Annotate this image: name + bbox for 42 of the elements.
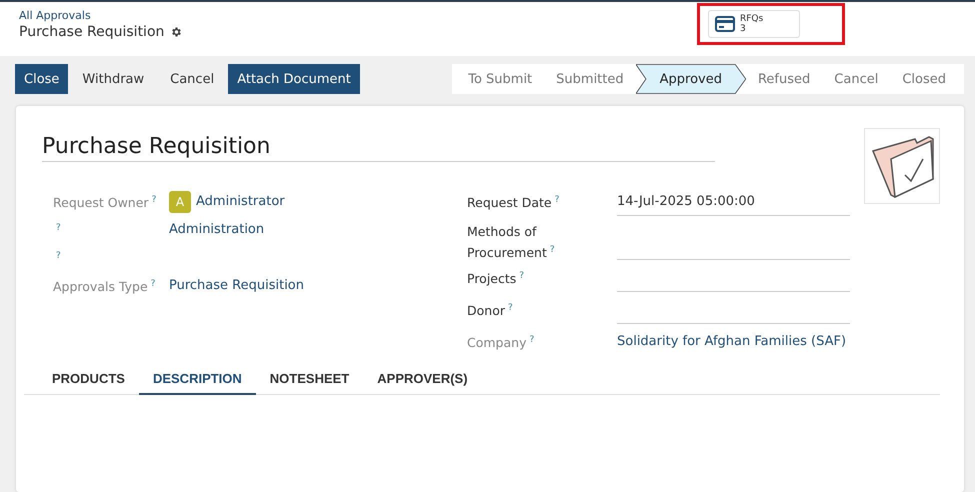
help-tooltip-icon[interactable]: ? xyxy=(152,195,156,205)
stage-tab[interactable]: Refused xyxy=(746,64,822,94)
notebook-tab[interactable]: DESCRIPTION xyxy=(138,364,256,395)
field-label: Request Date $^{?}$ xyxy=(467,194,560,212)
action-button[interactable]: Close xyxy=(15,64,68,94)
help-tooltip-icon[interactable]: ? xyxy=(554,195,560,205)
form-title: Purchase Requisition xyxy=(42,134,715,162)
help-tooltip-icon[interactable]: ? xyxy=(56,223,61,233)
help-tooltip-icon[interactable]: ? xyxy=(508,303,513,313)
field-label: Request Owner $^{?}$ xyxy=(53,194,158,212)
credit-card-icon xyxy=(715,16,735,32)
help-tooltip-icon[interactable]: ? xyxy=(150,279,156,289)
field-label: Projects $^{?}$ xyxy=(467,270,526,288)
input-field[interactable]: 14-Jul-2025 05:00:00 xyxy=(617,188,850,216)
rfqs-button[interactable]: RFQs 3 xyxy=(708,10,800,38)
notebook-tab[interactable]: NOTESHEET xyxy=(256,364,364,395)
field-label: Donor $^{?}$ xyxy=(467,302,514,320)
stage-tab[interactable]: Closed xyxy=(890,64,958,94)
stage-tab[interactable]: Submitted xyxy=(544,64,636,94)
stage-tab[interactable]: Cancel xyxy=(822,64,890,94)
notebook-tab[interactable]: APPROVER(S) xyxy=(363,364,482,395)
field-label: Company $^{?}$ xyxy=(467,334,536,352)
action-button[interactable]: Cancel xyxy=(158,64,226,94)
avatar-icon: A xyxy=(169,190,191,212)
help-tooltip-icon[interactable]: ? xyxy=(529,335,534,345)
help-tooltip-icon[interactable]: ? xyxy=(550,245,555,255)
field-link[interactable]: Solidarity for Afghan Families (SAF) xyxy=(617,334,846,349)
folder-check-icon xyxy=(864,128,940,204)
action-button[interactable]: Withdraw xyxy=(70,64,156,94)
page-title: Purchase Requisition xyxy=(19,24,164,40)
help-tooltip-icon[interactable]: ? xyxy=(519,271,524,281)
field-link[interactable]: Administration xyxy=(169,222,264,237)
field-label: Methods of Procurement $^{?}$ xyxy=(467,223,556,262)
breadcrumb-link[interactable]: All Approvals xyxy=(19,9,182,22)
action-button[interactable]: Attach Document xyxy=(228,64,360,94)
field-link[interactable]: Administrator xyxy=(196,194,285,209)
help-tooltip-icon[interactable]: ? xyxy=(56,251,61,261)
notebook-tab[interactable]: PRODUCTS xyxy=(38,364,139,395)
field-label: Approvals Type $^{?}$ xyxy=(53,278,156,296)
settings-icon[interactable] xyxy=(170,26,182,38)
stage-tab[interactable]: To Submit xyxy=(456,64,544,94)
field-link[interactable]: Purchase Requisition xyxy=(169,278,304,293)
